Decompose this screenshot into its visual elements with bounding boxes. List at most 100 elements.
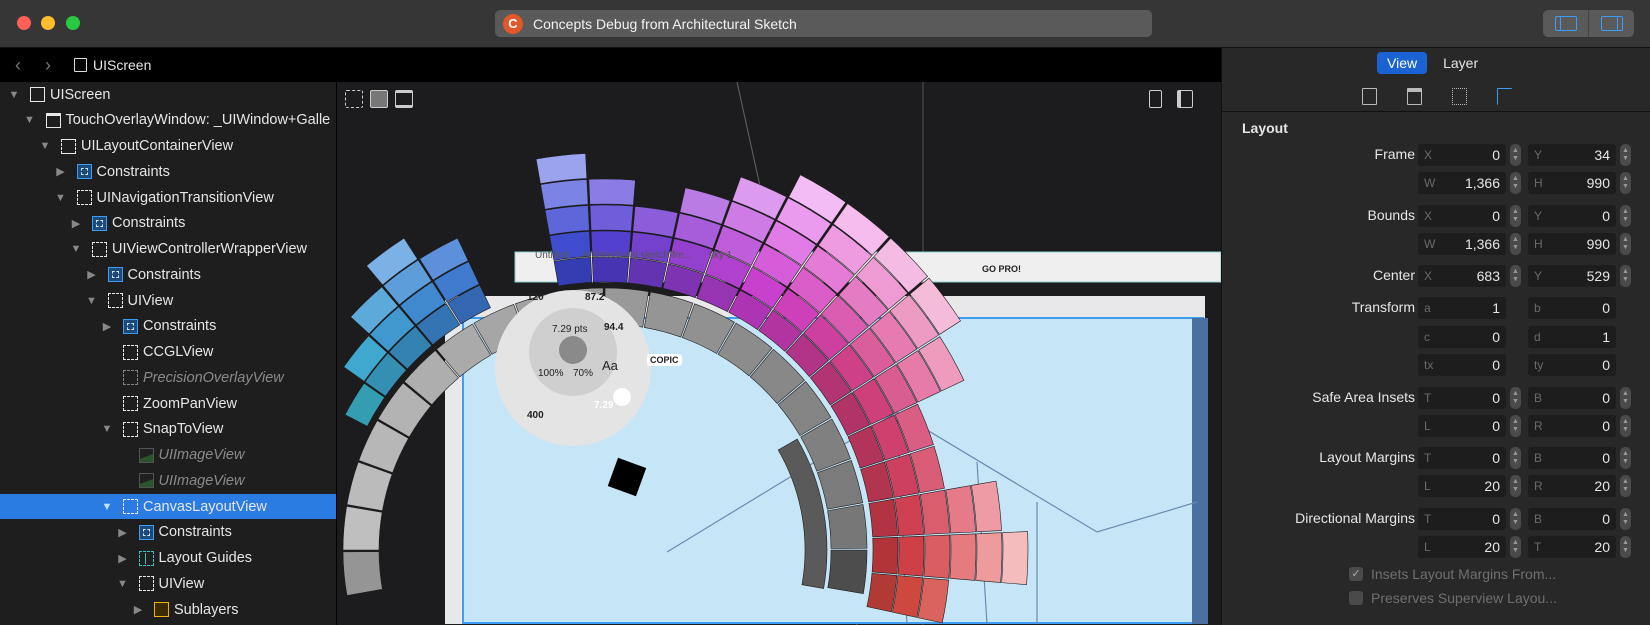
file-inspector-icon[interactable]: [1361, 88, 1377, 105]
show-content-button[interactable]: [370, 90, 388, 108]
stepper[interactable]: ▲ ▼: [1510, 447, 1521, 469]
property-field[interactable]: T0: [1418, 508, 1506, 530]
stepper[interactable]: ▲ ▼: [1620, 415, 1631, 437]
stepper[interactable]: ▲ ▼: [1620, 536, 1631, 558]
stepper[interactable]: ▲ ▼: [1620, 205, 1631, 227]
stepper[interactable]: ▲ ▼: [1620, 233, 1631, 255]
tree-row[interactable]: ▶ Constraints: [0, 314, 336, 339]
tree-row[interactable]: ▼ SnapToView: [0, 417, 336, 442]
tree-row[interactable]: ZoomPanView: [0, 391, 336, 416]
property-field[interactable]: R 20: [1528, 475, 1616, 497]
property-field[interactable]: T0: [1418, 447, 1506, 469]
tab-view[interactable]: View: [1377, 52, 1428, 74]
tree-row[interactable]: UIImageView: [0, 468, 336, 493]
disclosure-expanded-icon[interactable]: ▼: [86, 295, 98, 307]
close-button[interactable]: [17, 16, 31, 30]
disclosure-expanded-icon[interactable]: ▼: [39, 140, 51, 152]
checkbox[interactable]: ✓ Insets Layout Margins From...: [1349, 566, 1556, 582]
view-debugger-canvas[interactable]: Untitled Architectural sketch fre... sky…: [337, 82, 1221, 625]
breadcrumb-item[interactable]: UIScreen: [93, 57, 151, 73]
property-field[interactable]: tx 0: [1418, 354, 1506, 376]
property-field[interactable]: T0: [1418, 387, 1506, 409]
stepper[interactable]: ▲ ▼: [1510, 144, 1521, 166]
tree-row[interactable]: UIImageView: [0, 443, 336, 468]
disclosure-collapsed-icon[interactable]: ▶: [117, 552, 129, 565]
stepper[interactable]: ▲ ▼: [1620, 265, 1631, 287]
tab-layer[interactable]: Layer: [1433, 52, 1488, 74]
tree-row[interactable]: ▼ TouchOverlayWindow: _UIWindow+Galle: [0, 108, 336, 133]
property-field[interactable]: H 990: [1528, 172, 1616, 194]
property-field[interactable]: ty 0: [1528, 354, 1616, 376]
stepper[interactable]: ▲ ▼: [1510, 233, 1521, 255]
disclosure-collapsed-icon[interactable]: ▶: [101, 320, 113, 333]
toggle-navigator-button[interactable]: [1543, 10, 1589, 37]
tree-row[interactable]: ▼ UIView: [0, 571, 336, 596]
property-field[interactable]: W 1,366: [1418, 172, 1506, 194]
disclosure-collapsed-icon[interactable]: ▶: [86, 268, 98, 281]
orientation-2d-button[interactable]: [1149, 90, 1162, 108]
property-field[interactable]: X0: [1418, 205, 1506, 227]
tree-row[interactable]: ▶ Constraints: [0, 211, 336, 236]
disclosure-expanded-icon[interactable]: ▼: [24, 114, 36, 126]
zoom-button[interactable]: [66, 16, 80, 30]
disclosure-collapsed-icon[interactable]: ▶: [70, 217, 82, 230]
property-field[interactable]: H 990: [1528, 233, 1616, 255]
tree-row[interactable]: ▼ UIScreen: [0, 82, 336, 107]
disclosure-expanded-icon[interactable]: ▼: [101, 423, 113, 435]
object-inspector-icon[interactable]: [1406, 88, 1422, 105]
stepper[interactable]: ▲ ▼: [1510, 475, 1521, 497]
tree-row[interactable]: PrecisionOverlayView: [0, 365, 336, 390]
disclosure-collapsed-icon[interactable]: ▶: [117, 526, 129, 539]
property-field[interactable]: T 20: [1528, 536, 1616, 558]
property-field[interactable]: b0: [1528, 297, 1616, 319]
property-field[interactable]: W 1,366: [1418, 233, 1506, 255]
stepper[interactable]: ▲ ▼: [1510, 205, 1521, 227]
property-field[interactable]: B0: [1528, 387, 1616, 409]
property-field[interactable]: R0: [1528, 415, 1616, 437]
tree-row[interactable]: CCGLView: [0, 340, 336, 365]
stepper[interactable]: ▲ ▼: [1620, 475, 1631, 497]
property-field[interactable]: a1: [1418, 297, 1506, 319]
disclosure-expanded-icon[interactable]: ▼: [70, 243, 82, 255]
property-field[interactable]: L 20: [1418, 536, 1506, 558]
stepper[interactable]: ▲ ▼: [1510, 536, 1521, 558]
tree-row[interactable]: ▶ Constraints: [0, 159, 336, 184]
checkbox[interactable]: Preserves Superview Layou...: [1349, 590, 1557, 606]
tree-row[interactable]: ▶ Sublayers: [0, 597, 336, 622]
orientation-3d-button[interactable]: [1177, 90, 1193, 108]
disclosure-collapsed-icon[interactable]: ▶: [55, 165, 67, 178]
property-field[interactable]: B0: [1528, 447, 1616, 469]
minimize-button[interactable]: [41, 16, 55, 30]
stepper[interactable]: ▲ ▼: [1510, 172, 1521, 194]
property-field[interactable]: d1: [1528, 326, 1616, 348]
stepper[interactable]: ▲ ▼: [1620, 508, 1631, 530]
stepper[interactable]: ▲ ▼: [1510, 508, 1521, 530]
tree-row[interactable]: ▶ Constraints: [0, 520, 336, 545]
stepper[interactable]: ▲ ▼: [1620, 144, 1631, 166]
property-field[interactable]: Y0: [1528, 205, 1616, 227]
property-field[interactable]: L 20: [1418, 475, 1506, 497]
back-button[interactable]: ‹: [6, 55, 30, 76]
property-field[interactable]: X0: [1418, 144, 1506, 166]
stepper[interactable]: ▲ ▼: [1510, 265, 1521, 287]
forward-button[interactable]: ›: [36, 55, 60, 76]
stepper[interactable]: ▲ ▼: [1510, 415, 1521, 437]
property-field[interactable]: Y 529: [1528, 265, 1616, 287]
disclosure-expanded-icon[interactable]: ▼: [8, 89, 20, 101]
disclosure-collapsed-icon[interactable]: ▶: [132, 603, 144, 616]
stepper[interactable]: ▲ ▼: [1620, 172, 1631, 194]
tree-row[interactable]: ▼ UIView: [0, 288, 336, 313]
toggle-inspector-button[interactable]: [1589, 10, 1634, 37]
property-field[interactable]: Y 34: [1528, 144, 1616, 166]
disclosure-expanded-icon[interactable]: ▼: [117, 578, 129, 590]
property-field[interactable]: L0: [1418, 415, 1506, 437]
tree-row[interactable]: ▼ UINavigationTransitionView: [0, 185, 336, 210]
stepper[interactable]: ▲ ▼: [1620, 387, 1631, 409]
show-clipped-button[interactable]: [345, 90, 363, 108]
stepper[interactable]: ▲ ▼: [1510, 387, 1521, 409]
tree-row[interactable]: ▼ UIViewControllerWrapperView: [0, 237, 336, 262]
size-inspector-icon[interactable]: [1496, 88, 1512, 105]
tree-row[interactable]: ▼ CanvasLayoutView: [0, 494, 336, 519]
property-field[interactable]: B0: [1528, 508, 1616, 530]
tree-row[interactable]: ▼ UILayoutContainerView: [0, 134, 336, 159]
